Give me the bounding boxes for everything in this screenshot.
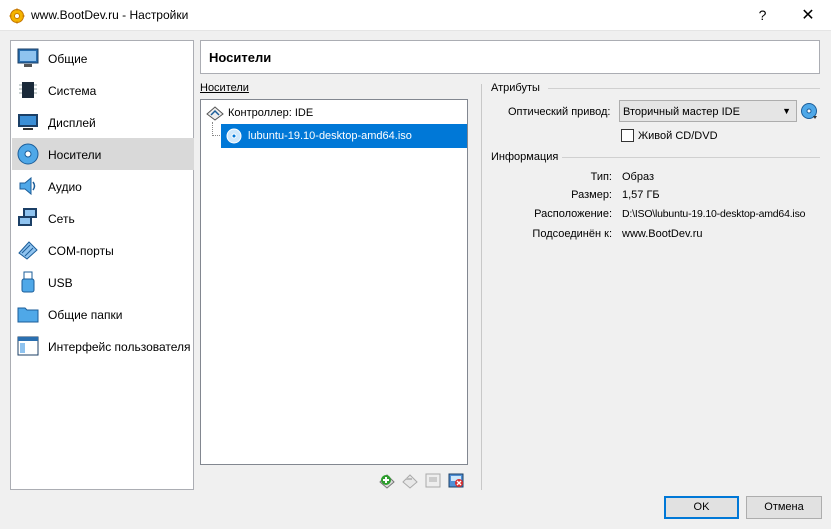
- sidebar-item-user-interface[interactable]: Интерфейс пользователя: [12, 330, 194, 362]
- add-controller-icon[interactable]: [424, 471, 442, 489]
- sidebar-item-system[interactable]: Система: [12, 74, 194, 106]
- optical-drive-select[interactable]: Вторичный мастер IDE ▼: [619, 100, 797, 122]
- help-button[interactable]: ?: [740, 0, 785, 31]
- live-cd-label: Живой CD/DVD: [638, 130, 718, 142]
- sidebar-item-storage[interactable]: Носители: [12, 138, 194, 170]
- sidebar-item-audio[interactable]: Аудио: [12, 170, 194, 202]
- attributes-divider: [548, 88, 820, 89]
- sidebar-item-serial-ports[interactable]: COM-порты: [12, 234, 194, 266]
- sidebar-item-label: USB: [48, 276, 73, 290]
- title-bar: www.BootDev.ru - Настройки ? ✕: [0, 0, 831, 31]
- optical-drive-value: Вторичный мастер IDE: [623, 106, 740, 118]
- page-header: Носители: [200, 40, 820, 74]
- network-icon: [18, 208, 37, 226]
- storage-section-label: Носители: [200, 82, 249, 94]
- remove-controller-icon[interactable]: [447, 471, 465, 489]
- live-cd-checkbox[interactable]: [621, 129, 634, 142]
- display-icon: [18, 114, 38, 130]
- sidebar-item-label: Носители: [48, 148, 102, 162]
- chevron-down-icon: ▼: [782, 106, 791, 116]
- info-attached-value: www.BootDev.ru: [622, 228, 703, 240]
- add-attachment-icon[interactable]: [378, 471, 396, 489]
- shared-folders-icon: [17, 307, 39, 323]
- user-interface-icon: [17, 336, 39, 356]
- sidebar-item-usb[interactable]: USB: [12, 266, 194, 298]
- attributes-section-label: Атрибуты: [491, 82, 540, 94]
- info-type-value: Образ: [622, 171, 655, 183]
- information-divider: [562, 157, 820, 158]
- tree-item-optical-disk[interactable]: lubuntu-19.10-desktop-amd64.iso: [221, 124, 467, 148]
- sidebar-item-label: Общие: [48, 52, 88, 66]
- disk-label: lubuntu-19.10-desktop-amd64.iso: [248, 130, 412, 142]
- serial-ports-icon: [18, 241, 38, 260]
- info-location-key: Расположение:: [534, 208, 612, 220]
- close-button[interactable]: ✕: [785, 0, 831, 31]
- storage-tree[interactable]: Контроллер: IDE lubuntu-19.10-desktop-am…: [200, 99, 468, 465]
- page-title: Носители: [209, 50, 272, 65]
- sidebar-item-display[interactable]: Дисплей: [12, 106, 194, 138]
- info-size-key: Размер:: [571, 189, 612, 201]
- settings-category-list: Общие Система Дисплей Носители Аудио Сет…: [10, 40, 194, 490]
- sidebar-item-label: Дисплей: [48, 116, 96, 130]
- tree-connector: [212, 122, 220, 136]
- panel-divider: [481, 84, 482, 490]
- information-section-label: Информация: [491, 151, 559, 163]
- info-location-value: D:\ISO\lubuntu-19.10-desktop-amd64.iso: [622, 208, 806, 220]
- optical-drive-label: Оптический привод:: [508, 106, 611, 118]
- general-icon: [17, 48, 39, 67]
- optical-disk-icon: [226, 128, 242, 144]
- info-type-key: Тип:: [590, 171, 612, 183]
- sidebar-item-label: Аудио: [48, 180, 82, 194]
- ok-button[interactable]: OK: [664, 496, 739, 519]
- sidebar-item-label: Система: [48, 84, 97, 98]
- window-title: www.BootDev.ru - Настройки: [31, 8, 189, 22]
- remove-attachment-icon[interactable]: [401, 471, 419, 489]
- sidebar-item-general[interactable]: Общие: [12, 42, 194, 74]
- storage-icon: [17, 143, 39, 165]
- sidebar-item-label: Общие папки: [48, 308, 123, 322]
- app-gear-icon: [9, 8, 25, 24]
- sidebar-item-label: Интерфейс пользователя: [48, 340, 191, 354]
- sidebar-item-shared-folders[interactable]: Общие папки: [12, 298, 194, 330]
- sidebar-item-label: Сеть: [48, 212, 75, 226]
- usb-icon: [21, 271, 35, 293]
- controller-icon: [206, 106, 224, 121]
- choose-disk-icon[interactable]: [800, 102, 818, 120]
- audio-icon: [19, 176, 36, 196]
- cancel-button[interactable]: Отмена: [746, 496, 822, 519]
- sidebar-item-network[interactable]: Сеть: [12, 202, 194, 234]
- tree-item-controller-ide[interactable]: Контроллер: IDE: [206, 105, 456, 121]
- system-icon: [19, 82, 37, 98]
- sidebar-item-label: COM-порты: [48, 244, 114, 258]
- controller-label: Контроллер: IDE: [228, 107, 314, 119]
- info-size-value: 1,57 ГБ: [622, 189, 660, 201]
- info-attached-key: Подсоединён к:: [532, 228, 612, 240]
